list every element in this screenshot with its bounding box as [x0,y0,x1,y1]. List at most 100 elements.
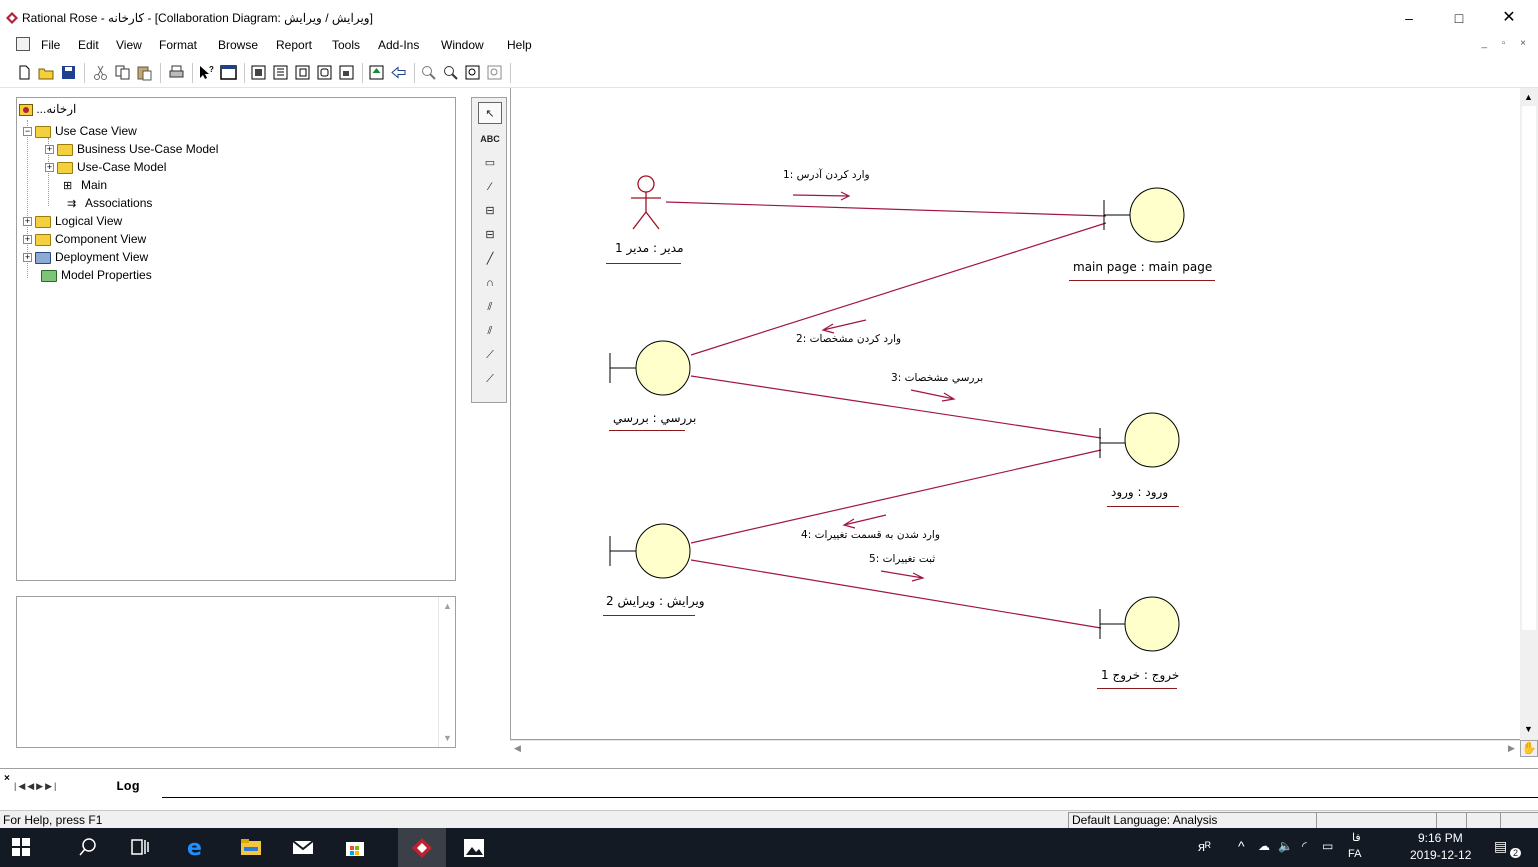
browse-component-diagram-icon[interactable] [294,64,311,81]
print-icon[interactable] [168,64,185,81]
browse-state-diagram-icon[interactable] [316,64,333,81]
show-hidden-icons-icon[interactable]: ^ [1238,838,1245,854]
menu-file[interactable]: File [41,38,60,52]
close-button[interactable]: ✕ [1486,4,1532,32]
mdi-window-controls[interactable]: _ ▫ × [1481,38,1532,49]
tree-use-case-model[interactable]: + Use-Case Model [45,158,166,176]
object-label-main-page[interactable]: main page : main page [1073,260,1212,274]
link-to-self-tool-icon[interactable]: ∩ [478,272,502,294]
scroll-right-icon[interactable]: ▶ [1508,743,1515,754]
menu-window[interactable]: Window [441,38,484,52]
new-file-icon[interactable] [16,64,33,81]
wifi-icon[interactable]: ◜ [1302,839,1307,853]
battery-icon[interactable]: ▭ [1322,839,1333,853]
scroll-up-icon[interactable]: ▲ [1524,92,1533,102]
file-explorer-icon[interactable] [240,837,262,857]
volume-icon[interactable]: 🔈 [1278,839,1293,853]
model-browser[interactable]: ...ارخانه − Use Case View + Business Use-C… [16,97,456,581]
diagram-horizontal-scrollbar[interactable]: ◀ ▶ [510,740,1520,757]
menu-view[interactable]: View [116,38,142,52]
reverse-link-message-tool-icon[interactable]: ⫽ [478,320,502,342]
expand-icon[interactable]: + [23,217,32,227]
message-label-5[interactable]: ثبت تغییرات :5 [869,553,935,565]
pan-hand-icon[interactable]: ✋ [1520,740,1538,757]
collapse-icon[interactable]: − [23,127,32,137]
tree-component-view[interactable]: + Component View [23,230,146,248]
photos-icon[interactable] [462,836,486,860]
expand-icon[interactable]: + [45,163,54,173]
object-label-khorooj[interactable]: خروج : خروج 1 [1101,668,1179,682]
input-language-top[interactable]: فا [1352,831,1361,844]
tree-model-properties[interactable]: Model Properties [41,266,152,284]
tree-associations[interactable]: ⇉ Associations [67,194,152,212]
fit-in-window-icon[interactable] [464,64,481,81]
message-label-3[interactable]: بررسي مشخصات :3 [891,372,983,384]
browse-previous-diagram-icon[interactable] [390,64,407,81]
menu-add-ins[interactable]: Add-Ins [378,38,419,52]
tree-main[interactable]: ⊞ Main [63,176,107,194]
tree-use-case-view[interactable]: − Use Case View [23,122,137,140]
object-link-tool-icon[interactable]: ╱ [478,248,502,270]
clock-date[interactable]: 2019-12-12 [1410,848,1471,862]
data-token-tool-icon[interactable]: ⟋ [478,344,502,366]
menu-format[interactable]: Format [159,38,197,52]
action-center-icon[interactable]: ▤ [1494,838,1507,855]
browse-interaction-diagram-icon[interactable] [272,64,289,81]
browse-deployment-diagram-icon[interactable] [338,64,355,81]
tree-logical-view[interactable]: + Logical View [23,212,122,230]
actor-modir[interactable] [631,175,661,230]
menu-report[interactable]: Report [276,38,312,52]
scroll-thumb[interactable] [1522,106,1536,630]
expand-icon[interactable]: + [45,145,54,155]
message-label-2[interactable]: وارد کردن مشخصات :2 [796,333,901,345]
start-icon[interactable] [12,838,30,856]
scroll-left-icon[interactable]: ◀ [514,743,521,754]
minimize-button[interactable]: – [1386,4,1432,32]
object-label-barrasi[interactable]: بررسي : بررسي [613,411,696,425]
tree-root[interactable]: ...ارخانه [19,100,76,118]
browse-class-diagram-icon[interactable] [250,64,267,81]
store-icon[interactable] [344,836,366,858]
search-icon[interactable] [78,837,98,857]
edge-browser-icon[interactable]: e [184,835,208,859]
browse-parent-icon[interactable] [368,64,385,81]
object-label-modir[interactable]: مدیر : مدیر 1 [615,241,684,255]
boundary-virayesh[interactable] [609,523,691,579]
scroll-down-icon[interactable]: ▼ [1524,724,1533,734]
message-label-4[interactable]: وارد شدن به قسمت تغییرات :4 [801,529,940,541]
menu-help[interactable]: Help [507,38,532,52]
documentation-scrollbar[interactable]: ▲ ▼ [438,597,455,747]
link-message-tool-icon[interactable]: ⫽ [478,296,502,318]
log-tab[interactable]: Log [116,779,139,794]
message-label-1[interactable]: وارد کردن آدرس :1 [783,169,870,181]
zoom-in-icon[interactable] [420,64,437,81]
network-icon[interactable]: ☁ [1258,839,1270,853]
documentation-pane[interactable]: ▲ ▼ [16,596,456,748]
menu-browse[interactable]: Browse [218,38,258,52]
class-instance-tool-icon[interactable]: ⊟ [478,224,502,246]
log-close-icon[interactable]: × [4,773,10,784]
scroll-down-icon[interactable]: ▼ [443,733,452,743]
expand-icon[interactable]: + [23,253,32,263]
boundary-barrasi[interactable] [609,340,691,396]
note-tool-icon[interactable]: ▭ [478,152,502,174]
select-tool-icon[interactable]: ↖ [478,102,502,124]
maximize-button[interactable]: □ [1436,4,1482,32]
zoom-out-icon[interactable] [442,64,459,81]
boundary-main-page[interactable] [1103,187,1185,243]
clock-time[interactable]: 9:16 PM [1418,831,1463,845]
task-view-icon[interactable] [130,837,150,857]
input-language[interactable]: FA [1348,848,1361,860]
tree-business-use-case-model[interactable]: + Business Use-Case Model [45,140,218,158]
boundary-khorooj[interactable] [1099,596,1180,652]
log-tab-navigation-icon[interactable]: |◀◀▶▶| [14,781,58,792]
text-box-tool-icon[interactable]: ABC [478,128,502,150]
object-label-vorood[interactable]: ورود : ورود [1111,485,1168,499]
diagram-vertical-scrollbar[interactable]: ▲ ▼ [1520,88,1538,740]
people-icon[interactable]: ᴙᴿ [1198,839,1211,854]
collaboration-diagram-canvas[interactable]: مدیر : مدیر 1 main page : main page بررس… [510,88,1520,740]
expand-icon[interactable]: + [23,235,32,245]
cut-icon[interactable] [92,64,109,81]
copy-icon[interactable] [114,64,131,81]
context-help-icon[interactable]: ? [198,64,215,81]
